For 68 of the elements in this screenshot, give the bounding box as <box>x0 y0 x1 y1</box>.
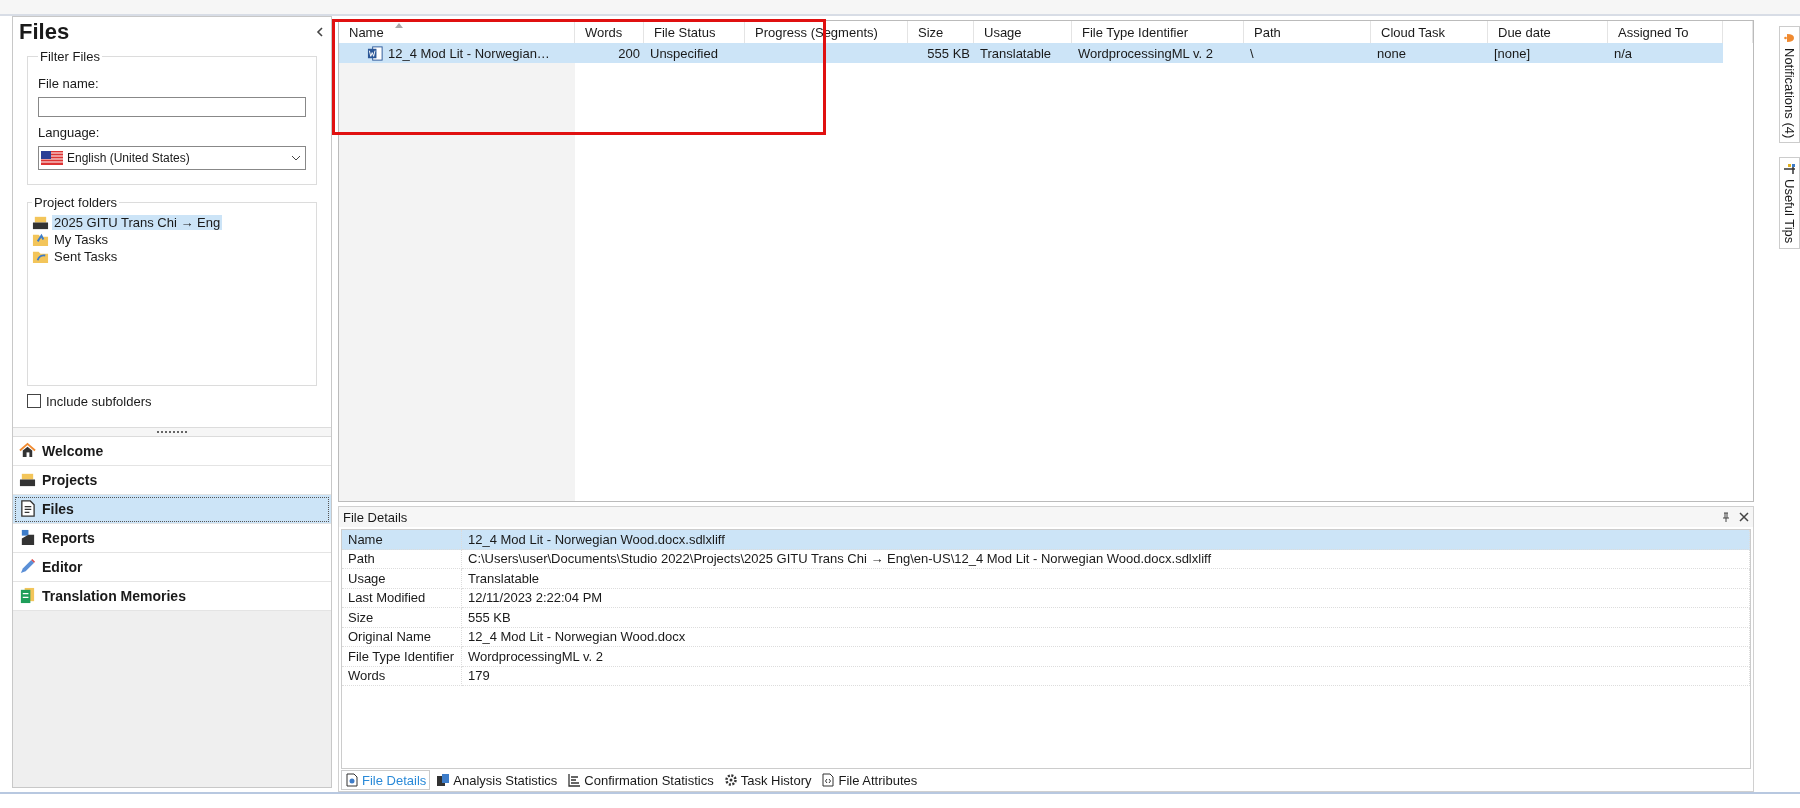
flag-icon <box>41 151 63 165</box>
house-icon <box>19 442 36 459</box>
word-document-icon <box>367 44 384 62</box>
tree-item[interactable]: Sent Tasks <box>52 249 120 264</box>
side-tab[interactable]: Notifications (4) <box>1779 26 1800 144</box>
folder-tray-icon <box>19 471 36 488</box>
pencil-icon <box>19 558 36 575</box>
folder-tray-icon <box>32 214 49 231</box>
property-name: Name <box>342 530 462 550</box>
panel-title: Files <box>19 19 70 45</box>
field-label: File name: <box>38 76 100 91</box>
bell-icon <box>1782 31 1797 45</box>
tab[interactable]: Analysis Statistics <box>432 770 562 790</box>
list-icon <box>567 773 582 787</box>
property-value: 179 <box>462 666 1750 686</box>
group-title: Project folders <box>33 195 119 210</box>
nav-item[interactable]: Files <box>13 494 331 524</box>
side-tab[interactable]: Useful Tips <box>1779 157 1800 249</box>
document-icon <box>345 773 359 787</box>
table-cell: \ <box>1244 43 1371 63</box>
tree-item[interactable]: 2025 GITU Trans Chi → Eng <box>52 215 223 230</box>
table-cell: 12_4 Mod Lit - Norwegian… <box>339 43 575 63</box>
property-value: 12_4 Mod Lit - Norwegian Wood.docx.sdlxliff <box>462 530 1750 550</box>
chevron-icon <box>291 154 301 162</box>
table-cell: WordprocessingML v. 2 <box>1072 43 1244 63</box>
file-name-field[interactable] <box>38 97 306 117</box>
table-cell: 200 <box>575 43 644 63</box>
property-name: File Type Identifier <box>342 647 462 667</box>
report-icon <box>19 529 36 546</box>
property-value: 555 KB <box>462 608 1750 628</box>
document-icon <box>19 500 36 517</box>
property-name: Last Modified <box>342 588 462 608</box>
tab[interactable]: File Details <box>341 770 431 790</box>
table-cell: Translatable <box>974 43 1072 63</box>
field-label: Language: <box>38 125 101 140</box>
property-name: Usage <box>342 569 462 589</box>
property-value: 12_4 Mod Lit - Norwegian Wood.docx <box>462 627 1750 647</box>
checkbox-label: Include subfolders <box>46 393 152 409</box>
database-icon <box>19 587 36 604</box>
code-file-icon <box>821 773 836 787</box>
property-value: WordprocessingML v. 2 <box>462 647 1750 667</box>
tab[interactable]: Task History <box>719 770 816 790</box>
table-cell: n/a <box>1608 43 1723 63</box>
property-value: C:\Users\user\Documents\Studio 2022\Projects\2025 GITU Trans Chi → Eng\en-US\12_4 Mod Lit - Norwegian Wood.docx.sdlxliff <box>462 549 1750 569</box>
group-title: Filter Files <box>39 49 101 64</box>
property-name: Original Name <box>342 627 462 647</box>
gear-icon <box>723 773 738 787</box>
property-value: Translatable <box>462 569 1750 589</box>
property-name: Words <box>342 666 462 686</box>
property-name: Path <box>342 549 462 569</box>
property-name: Size <box>342 608 462 628</box>
table-cell: none <box>1371 43 1488 63</box>
close-icon[interactable] <box>1739 512 1749 522</box>
folder-icon <box>32 231 49 248</box>
table-cell: 555 KB <box>908 43 974 63</box>
splitter-handle[interactable] <box>13 426 331 437</box>
statistics-icon <box>436 773 451 787</box>
property-value: 12/11/2023 2:22:04 PM <box>462 588 1750 608</box>
table-cell: Unspecified <box>644 43 745 63</box>
table-cell: [none] <box>1488 43 1608 63</box>
pin-icon[interactable] <box>1721 512 1731 522</box>
tree-item[interactable]: My Tasks <box>52 232 110 247</box>
tab[interactable]: Confirmation Statistics <box>563 770 718 790</box>
panel-title: File Details <box>343 509 408 525</box>
checkbox[interactable] <box>27 394 41 408</box>
language-dropdown[interactable]: English (United States) <box>38 146 306 170</box>
tab[interactable]: File Attributes <box>817 770 922 790</box>
tip-icon <box>1782 162 1797 177</box>
